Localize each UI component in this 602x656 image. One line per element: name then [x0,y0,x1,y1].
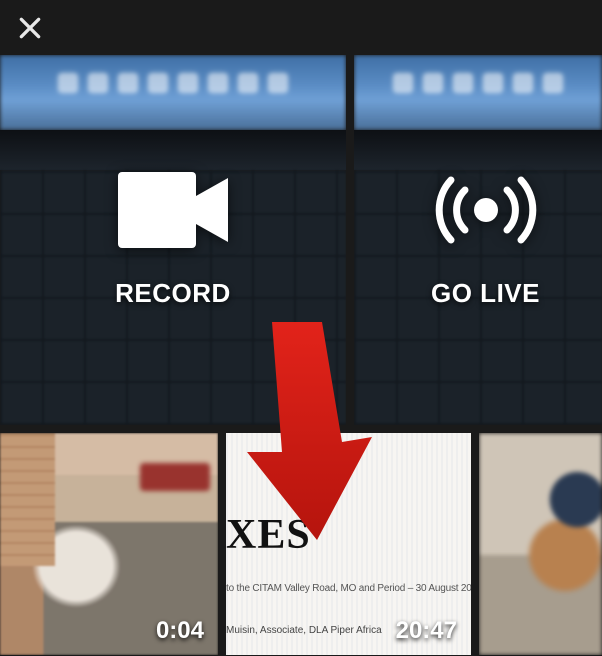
golive-tile[interactable]: GO LIVE [354,55,602,425]
golive-label: GO LIVE [431,278,540,309]
record-tile[interactable]: RECORD [0,55,346,425]
gallery-item[interactable] [479,433,602,655]
document-subline: to the CITAM Valley Road, MO and Period … [226,583,471,594]
record-label: RECORD [115,278,231,309]
close-icon [17,15,43,41]
top-bar [0,0,602,55]
video-duration: 0:04 [156,617,204,645]
gallery-item[interactable]: XES to the CITAM Valley Road, MO and Per… [226,433,471,655]
gallery-item[interactable]: 0:04 [0,433,218,655]
gallery-row: 0:04 XES to the CITAM Valley Road, MO an… [0,433,602,655]
video-duration: 20:47 [396,617,457,645]
hero-row: RECORD GO LIVE [0,55,602,425]
thumbnail-image [479,433,602,655]
document-heading: XES [226,511,311,559]
broadcast-icon [431,172,541,248]
close-button[interactable] [15,13,45,43]
video-camera-icon [118,172,228,248]
